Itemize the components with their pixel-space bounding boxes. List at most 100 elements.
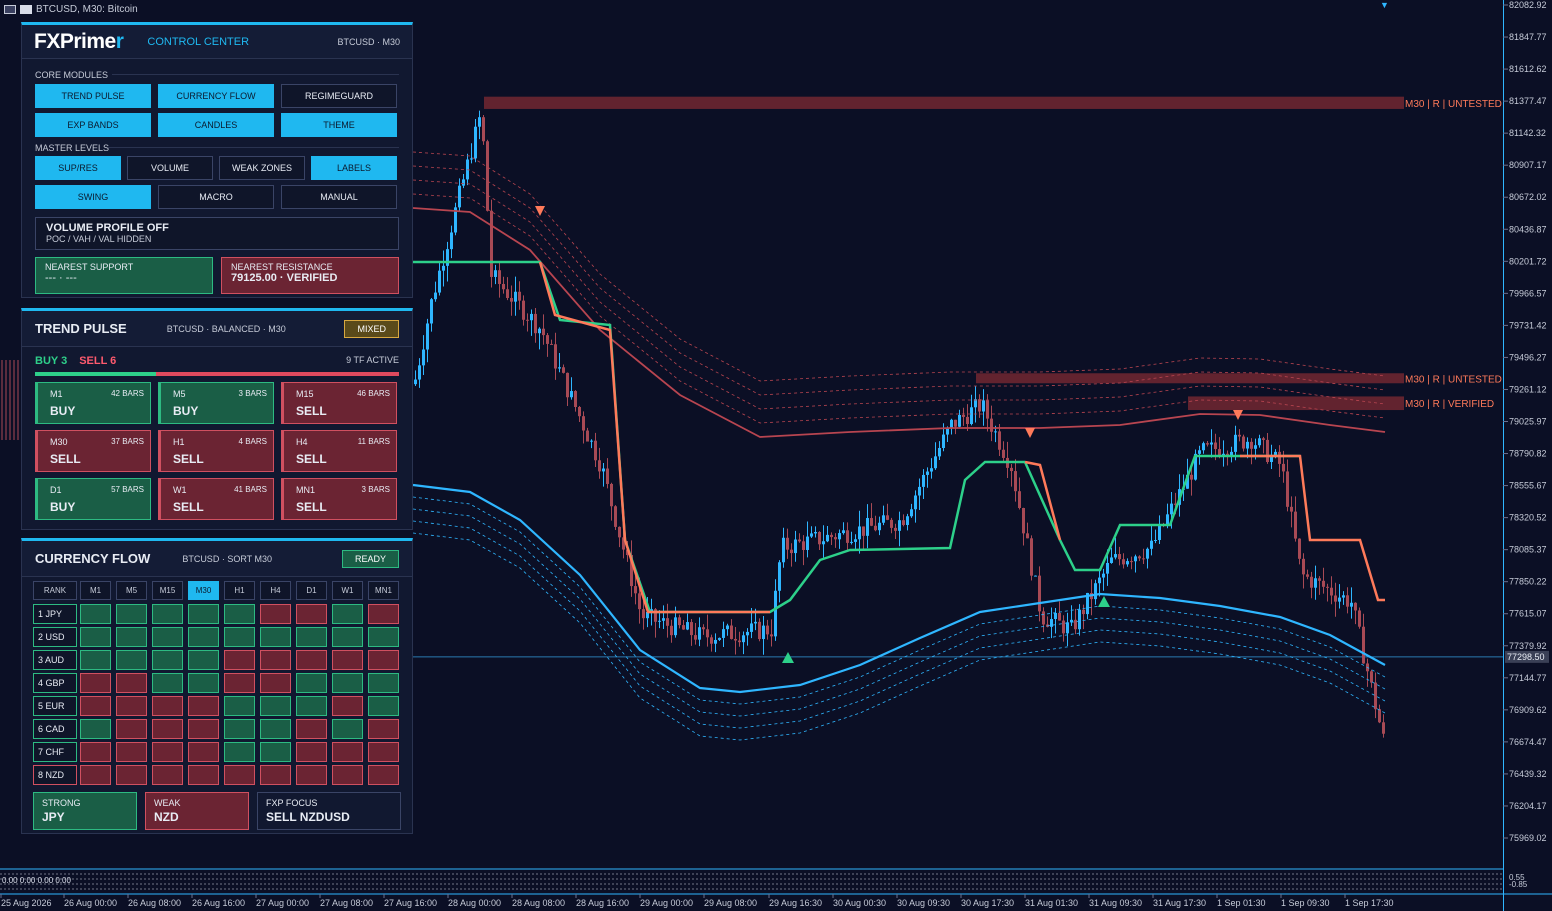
candle [898, 520, 901, 531]
candle [1322, 580, 1325, 587]
tf-card-h4[interactable]: H4 11 BARS SELL [281, 430, 397, 472]
flow-cell [296, 604, 327, 624]
candle [750, 623, 753, 632]
flow-cell [260, 627, 291, 647]
tf-label: M5 [173, 389, 186, 399]
flow-cell [260, 650, 291, 670]
y-tick-label: 76909.62 [1509, 705, 1547, 715]
tf-header-mn1[interactable]: MN1 [368, 581, 399, 600]
chart-title: BTCUSD, M30: Bitcoin [36, 4, 138, 15]
candle [838, 533, 841, 540]
tf-header-d1[interactable]: D1 [296, 581, 327, 600]
candle [822, 541, 825, 545]
module-button-trend-pulse[interactable]: TREND PULSE [35, 84, 151, 108]
chart-icon [20, 5, 32, 14]
level-button-swing[interactable]: SWING [35, 185, 151, 209]
candle [1094, 583, 1097, 600]
candle [1346, 595, 1349, 607]
candle [790, 549, 793, 554]
candle [510, 297, 513, 302]
candle [818, 532, 821, 545]
level-button-weak-zones[interactable]: WEAK ZONES [219, 156, 305, 180]
candle [1242, 436, 1245, 449]
flow-cell [368, 650, 399, 670]
candle [922, 474, 925, 487]
tf-card-w1[interactable]: W1 41 BARS SELL [158, 478, 274, 520]
level-button-macro[interactable]: MACRO [158, 185, 274, 209]
currency-flow-panel: CURRENCY FLOW BTCUSD · SORT M30 READY RA… [21, 538, 413, 834]
candle [1158, 524, 1161, 541]
signal-label: SELL [50, 452, 81, 466]
tf-card-h1[interactable]: H1 4 BARS SELL [158, 430, 274, 472]
flow-cell [188, 742, 219, 762]
chart-shift-icon[interactable]: ▼ [1380, 0, 1389, 10]
candle [1314, 578, 1317, 588]
candle [934, 456, 937, 469]
y-tick-label: 79025.97 [1509, 417, 1547, 427]
candle [658, 620, 661, 622]
level-button-manual[interactable]: MANUAL [281, 185, 397, 209]
level-button-sup-res[interactable]: SUP/RES [35, 156, 121, 180]
candle [438, 270, 441, 293]
tf-header-m15[interactable]: M15 [152, 581, 183, 600]
module-button-candles[interactable]: CANDLES [158, 113, 274, 137]
currency-flow-title: CURRENCY FLOW [35, 551, 151, 566]
flow-cell [224, 673, 255, 693]
flow-cell [152, 650, 183, 670]
tf-card-m1[interactable]: M1 42 BARS BUY [35, 382, 151, 424]
candle [1278, 451, 1281, 464]
candle [702, 627, 705, 630]
flow-cell [116, 719, 147, 739]
tf-card-m30[interactable]: M30 37 BARS SELL [35, 430, 151, 472]
flow-cell [224, 765, 255, 785]
tf-card-m15[interactable]: M15 46 BARS SELL [281, 382, 397, 424]
level-button-volume[interactable]: VOLUME [127, 156, 213, 180]
module-button-currency-flow[interactable]: CURRENCY FLOW [158, 84, 274, 108]
tf-header-m1[interactable]: M1 [80, 581, 111, 600]
flow-cell [296, 650, 327, 670]
candle [1002, 449, 1005, 458]
module-button-exp-bands[interactable]: EXP BANDS [35, 113, 151, 137]
menu-icon[interactable] [4, 5, 16, 14]
candle [1338, 597, 1341, 602]
candle [1206, 443, 1209, 445]
candle [962, 414, 965, 417]
x-tick-label: 31 Aug 01:30 [1025, 898, 1078, 908]
module-button-theme[interactable]: THEME [281, 113, 397, 137]
y-tick-label: 77850.22 [1509, 577, 1547, 587]
trend-pulse-panel: TREND PULSE BTCUSD · BALANCED · M30 MIXE… [21, 308, 413, 530]
candle [458, 185, 461, 208]
candle [802, 541, 805, 550]
flow-cell [368, 765, 399, 785]
candle [1050, 619, 1053, 627]
flow-cell [152, 765, 183, 785]
level-button-labels[interactable]: LABELS [311, 156, 397, 180]
x-tick-label: 28 Aug 16:00 [576, 898, 629, 908]
tf-card-mn1[interactable]: MN1 3 BARS SELL [281, 478, 397, 520]
candle [1038, 575, 1041, 612]
tf-header-m30[interactable]: M30 [188, 581, 219, 600]
candle [498, 270, 501, 284]
tf-header-m5[interactable]: M5 [116, 581, 147, 600]
candle [738, 640, 741, 643]
tf-card-d1[interactable]: D1 57 BARS BUY [35, 478, 151, 520]
candle [926, 471, 929, 475]
candle [482, 117, 485, 142]
candle [858, 526, 861, 540]
candle [762, 625, 765, 640]
candle [1022, 507, 1025, 534]
flow-cell [332, 696, 363, 716]
tf-header-w1[interactable]: W1 [332, 581, 363, 600]
candle [530, 313, 533, 321]
resistance-zone [1188, 396, 1404, 411]
candle [918, 486, 921, 496]
volume-profile-status[interactable]: VOLUME PROFILE OFF POC / VAH / VAL HIDDE… [35, 217, 399, 250]
fxp-focus-box: FXP FOCUS SELL NZDUSD [257, 792, 401, 830]
x-tick-label: 26 Aug 16:00 [192, 898, 245, 908]
module-button-regimeguard[interactable]: REGIMEGUARD [281, 84, 397, 108]
candle [1138, 556, 1141, 559]
candle [890, 519, 893, 528]
tf-header-h1[interactable]: H1 [224, 581, 255, 600]
tf-header-h4[interactable]: H4 [260, 581, 291, 600]
tf-card-m5[interactable]: M5 3 BARS BUY [158, 382, 274, 424]
